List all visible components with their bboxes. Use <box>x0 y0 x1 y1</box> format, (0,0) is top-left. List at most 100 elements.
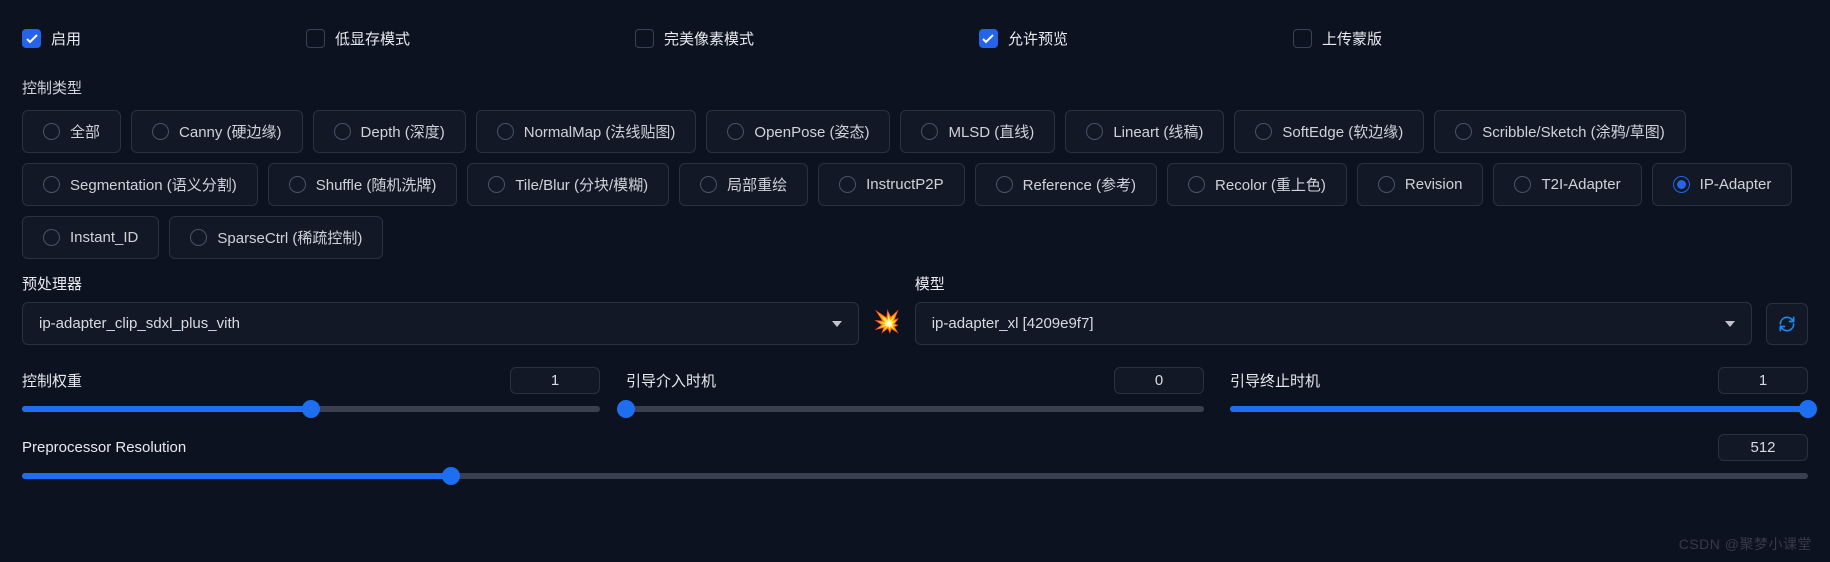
control-type-reference[interactable]: Reference (参考) <box>975 163 1157 206</box>
checkbox-icon <box>979 29 998 48</box>
checkbox-allowpreview[interactable]: 允许预览 <box>979 28 1068 49</box>
radio-icon <box>1673 176 1690 193</box>
control-type-revision[interactable]: Revision <box>1357 163 1484 206</box>
radio-icon <box>43 123 60 140</box>
preprocessor-column: 预处理器 ip-adapter_clip_sdxl_plus_vith <box>22 273 859 345</box>
refresh-models-button[interactable] <box>1766 303 1808 345</box>
radio-label: OpenPose (姿态) <box>754 121 869 142</box>
slider-row-1: 控制权重 1 引导介入时机 0 引导终止时机 1 <box>22 367 1808 412</box>
control-type-shuffle[interactable]: Shuffle (随机洗牌) <box>268 163 458 206</box>
checkbox-icon <box>1293 29 1312 48</box>
slider-thumb[interactable] <box>442 467 460 485</box>
slider-fill <box>22 473 451 479</box>
radio-label: SoftEdge (软边缘) <box>1282 121 1403 142</box>
radio-label: Tile/Blur (分块/模糊) <box>515 174 648 195</box>
control-type-openpose[interactable]: OpenPose (姿态) <box>706 110 890 153</box>
control-weight-slider[interactable] <box>22 406 600 412</box>
guidance-end-value[interactable]: 1 <box>1718 367 1808 394</box>
preprocessor-resolution-value[interactable]: 512 <box>1718 434 1808 461</box>
checkbox-icon <box>635 29 654 48</box>
checkbox-lowvram[interactable]: 低显存模式 <box>306 28 410 49</box>
slider-label: 引导介入时机 <box>626 370 716 391</box>
control-type-mlsd[interactable]: MLSD (直线) <box>900 110 1055 153</box>
slider-label: Preprocessor Resolution <box>22 439 186 456</box>
slider-fill <box>1230 406 1808 412</box>
radio-label: SparseCtrl (稀疏控制) <box>217 227 362 248</box>
control-type-lineart[interactable]: Lineart (线稿) <box>1065 110 1224 153</box>
control-type-instructp2p[interactable]: InstructP2P <box>818 163 965 206</box>
slider-thumb[interactable] <box>302 400 320 418</box>
control-type-all[interactable]: 全部 <box>22 110 121 153</box>
radio-icon <box>289 176 306 193</box>
slider-label: 引导终止时机 <box>1230 370 1320 391</box>
control-type-ip[interactable]: IP-Adapter <box>1652 163 1793 206</box>
preprocessor-label: 预处理器 <box>22 273 859 294</box>
checkbox-enable[interactable]: 启用 <box>22 28 81 49</box>
preprocessor-resolution-slider[interactable] <box>22 473 1808 479</box>
model-value: ip-adapter_xl [4209e9f7] <box>932 315 1094 332</box>
radio-icon <box>839 176 856 193</box>
control-type-normalmap[interactable]: NormalMap (法线贴图) <box>476 110 697 153</box>
guidance-start-value[interactable]: 0 <box>1114 367 1204 394</box>
control-type-tile[interactable]: Tile/Blur (分块/模糊) <box>467 163 669 206</box>
radio-label: Revision <box>1405 176 1463 193</box>
radio-icon <box>488 176 505 193</box>
control-type-label: 控制类型 <box>22 77 1808 98</box>
slider-thumb[interactable] <box>617 400 635 418</box>
preproc-model-row: 预处理器 ip-adapter_clip_sdxl_plus_vith 💥 模型… <box>22 273 1808 345</box>
control-type-inpaint[interactable]: 局部重绘 <box>679 163 808 206</box>
model-label: 模型 <box>915 273 1752 294</box>
control-weight-value[interactable]: 1 <box>510 367 600 394</box>
radio-icon <box>1086 123 1103 140</box>
radio-label: Shuffle (随机洗牌) <box>316 174 437 195</box>
radio-label: 全部 <box>70 121 100 142</box>
radio-icon <box>497 123 514 140</box>
radio-label: T2I-Adapter <box>1541 176 1620 193</box>
checkbox-label: 完美像素模式 <box>664 28 754 49</box>
checkbox-icon <box>22 29 41 48</box>
guidance-start-slider[interactable] <box>626 406 1204 412</box>
control-type-depth[interactable]: Depth (深度) <box>313 110 466 153</box>
radio-label: InstructP2P <box>866 176 944 193</box>
slider-thumb[interactable] <box>1799 400 1817 418</box>
checkbox-uploadmask[interactable]: 上传蒙版 <box>1293 28 1382 49</box>
checkbox-pixelperfect[interactable]: 完美像素模式 <box>635 28 754 49</box>
radio-icon <box>190 229 207 246</box>
control-type-recolor[interactable]: Recolor (重上色) <box>1167 163 1347 206</box>
control-type-t2i[interactable]: T2I-Adapter <box>1493 163 1641 206</box>
control-type-instantid[interactable]: Instant_ID <box>22 216 159 259</box>
preprocess-run-icon[interactable]: 💥 <box>873 309 900 335</box>
checkbox-label: 低显存模式 <box>335 28 410 49</box>
guidance-end-slider-block: 引导终止时机 1 <box>1230 367 1808 412</box>
radio-icon <box>1455 123 1472 140</box>
checkbox-label: 允许预览 <box>1008 28 1068 49</box>
guidance-start-slider-block: 引导介入时机 0 <box>626 367 1204 412</box>
chevron-down-icon <box>832 321 842 327</box>
radio-label: Reference (参考) <box>1023 174 1136 195</box>
slider-fill <box>22 406 311 412</box>
guidance-end-slider[interactable] <box>1230 406 1808 412</box>
model-dropdown[interactable]: ip-adapter_xl [4209e9f7] <box>915 302 1752 345</box>
refresh-icon <box>1777 314 1797 334</box>
radio-label: Canny (硬边缘) <box>179 121 282 142</box>
preprocessor-dropdown[interactable]: ip-adapter_clip_sdxl_plus_vith <box>22 302 859 345</box>
radio-icon <box>1255 123 1272 140</box>
control-type-scribble[interactable]: Scribble/Sketch (涂鸦/草图) <box>1434 110 1686 153</box>
radio-icon <box>43 176 60 193</box>
control-type-softedge[interactable]: SoftEdge (软边缘) <box>1234 110 1424 153</box>
radio-label: Instant_ID <box>70 229 138 246</box>
control-type-sparsectrl[interactable]: SparseCtrl (稀疏控制) <box>169 216 383 259</box>
control-weight-slider-block: 控制权重 1 <box>22 367 600 412</box>
preprocessor-resolution-slider-block: Preprocessor Resolution 512 <box>22 434 1808 479</box>
model-column: 模型 ip-adapter_xl [4209e9f7] <box>915 273 1752 345</box>
chevron-down-icon <box>1725 321 1735 327</box>
radio-label: MLSD (直线) <box>948 121 1034 142</box>
watermark-text: CSDN @聚梦小课堂 <box>1679 534 1812 554</box>
control-type-segmentation[interactable]: Segmentation (语义分割) <box>22 163 258 206</box>
radio-label: IP-Adapter <box>1700 176 1772 193</box>
radio-icon <box>921 123 938 140</box>
radio-label: 局部重绘 <box>727 174 787 195</box>
radio-label: Lineart (线稿) <box>1113 121 1203 142</box>
control-type-canny[interactable]: Canny (硬边缘) <box>131 110 303 153</box>
preprocessor-value: ip-adapter_clip_sdxl_plus_vith <box>39 315 240 332</box>
